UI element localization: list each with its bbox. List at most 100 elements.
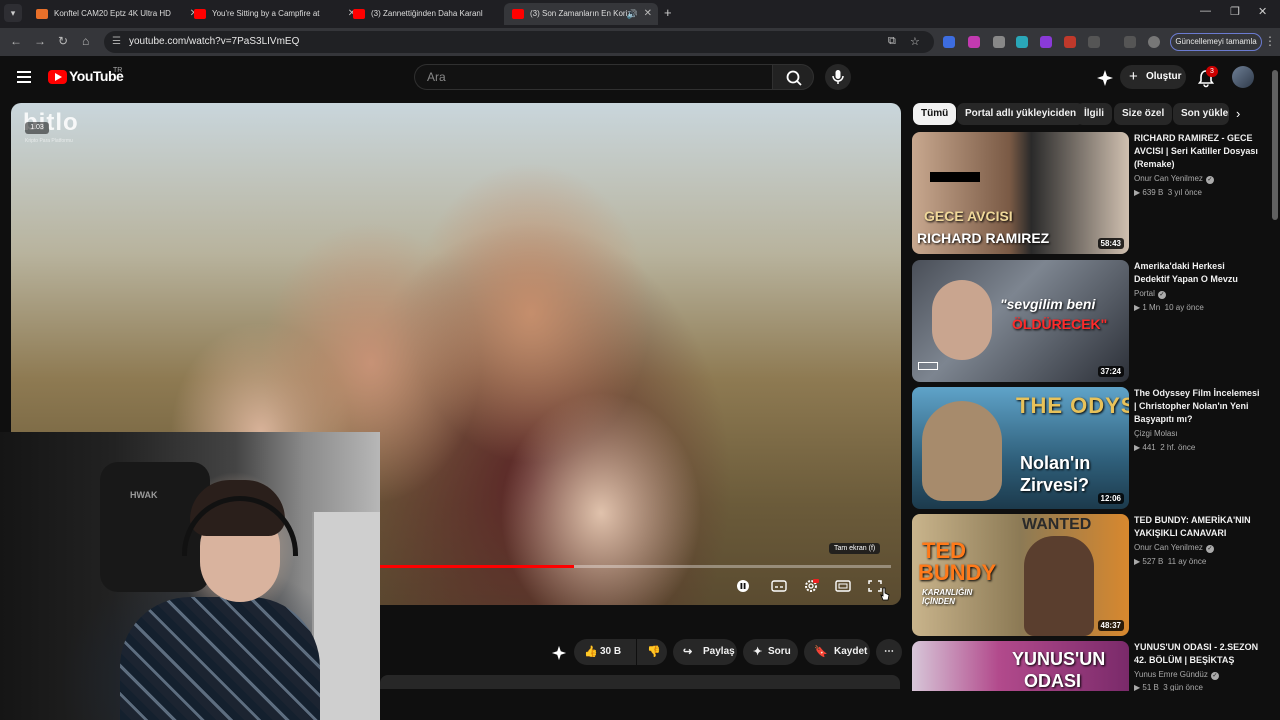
ask-label: Soru	[768, 646, 791, 657]
youtube-logo-icon[interactable]	[48, 70, 67, 84]
recommended-video[interactable]: THE ODYSSEY Nolan'ın Zirvesi? 12:06 The …	[912, 387, 1264, 509]
video-thumbnail[interactable]: YUNUS'UN ODASI	[912, 641, 1129, 691]
scrollbar-thumb[interactable]	[1272, 70, 1278, 220]
search-input[interactable]: Ara	[414, 64, 772, 90]
channel-name[interactable]: Çizgi Molası	[1134, 429, 1178, 438]
plus-icon: +	[1129, 68, 1138, 85]
url-text[interactable]: youtube.com/watch?v=7PaS3LIVmEQ	[129, 36, 299, 47]
drawer-cabinet	[312, 512, 380, 720]
theater-mode-button[interactable]	[835, 579, 851, 593]
description-box[interactable]	[380, 675, 900, 689]
bookmark-star-icon[interactable]: ☆	[910, 35, 920, 48]
progress-bar[interactable]	[380, 565, 891, 568]
video-duration: 58:43	[1097, 238, 1124, 249]
minimize-icon[interactable]: —	[1200, 5, 1211, 17]
chip-related[interactable]: İlgili	[1076, 103, 1112, 125]
video-title[interactable]: Amerika'daki Herkesi Dedektif Yapan O Me…	[1134, 260, 1262, 286]
channel-name[interactable]: Yunus Emre Gündüz ✓	[1134, 670, 1219, 680]
voice-search-button[interactable]	[825, 64, 851, 90]
browser-menu-icon[interactable]: ⋮	[1264, 34, 1276, 48]
extension-icon[interactable]	[968, 36, 980, 48]
extension-icon[interactable]	[943, 36, 955, 48]
video-thumbnail[interactable]: THE ODYSSEY Nolan'ın Zirvesi? 12:06	[912, 387, 1129, 509]
more-actions-button[interactable]: ⋯	[876, 639, 902, 665]
save-button[interactable]: 🔖 Kaydet	[804, 639, 870, 665]
video-thumbnail[interactable]: WANTED TED BUNDY KARANLIĞIN İÇİNDEN 48:3…	[912, 514, 1129, 636]
install-icon[interactable]: ⧉	[888, 35, 896, 48]
thumbnail-text: THE ODYSSEY	[1016, 393, 1129, 418]
channel-name[interactable]: Onur Can Yenilmez ✓	[1134, 543, 1214, 553]
video-thumbnail[interactable]: GECE AVCISI RICHARD RAMIREZ 58:43	[912, 132, 1129, 254]
like-button[interactable]: 👍 30 B	[574, 639, 636, 665]
reading-list-icon[interactable]	[1124, 36, 1136, 48]
video-title[interactable]: TED BUNDY: AMERİKA'NIN YAKIŞIKLI CANAVAR…	[1134, 514, 1262, 540]
recommended-video[interactable]: WANTED TED BUNDY KARANLIĞIN İÇİNDEN 48:3…	[912, 514, 1264, 636]
back-icon[interactable]: ←	[10, 34, 22, 48]
subtitles-button[interactable]	[771, 579, 787, 593]
profile-avatar-icon[interactable]	[1148, 36, 1160, 48]
dislike-button[interactable]: 👎	[637, 639, 667, 665]
microphone-icon	[832, 70, 844, 84]
address-bar[interactable]: ☰ youtube.com/watch?v=7PaS3LIVmEQ ⧉ ☆	[104, 31, 934, 53]
share-button[interactable]: ↪ Paylaş	[673, 639, 737, 665]
channel-name[interactable]: Onur Can Yenilmez ✓	[1134, 174, 1214, 184]
chip-all[interactable]: Tümü	[913, 103, 957, 125]
webcam-overlay: HWAK	[0, 432, 380, 720]
more-icon: ⋯	[884, 646, 894, 657]
sponsor-watermark-subtitle: Kripto Para Platformu	[25, 138, 73, 144]
maximize-icon[interactable]: ❐	[1230, 5, 1240, 18]
video-meta: ▶ 1 Mn 10 ay önce	[1134, 303, 1204, 312]
thumbnail-text: BUNDY	[918, 560, 997, 585]
reload-icon[interactable]: ↻	[58, 34, 68, 48]
mouse-cursor-icon	[880, 587, 890, 601]
playback-speed-badge: 1.03	[25, 122, 49, 134]
extension-icon[interactable]	[1064, 36, 1076, 48]
browser-tab[interactable]: You're Sitting by a Campfire at ✕	[186, 3, 362, 25]
video-title[interactable]: The Odyssey Film İncelemesi | Christophe…	[1134, 387, 1262, 426]
tab-search-icon[interactable]: ▾	[4, 4, 22, 22]
channel-name[interactable]: Portal ✓	[1134, 289, 1166, 299]
pause-icon	[737, 580, 749, 592]
recommended-video[interactable]: YUNUS'UN ODASI YUNUS'UN ODASI - 2.SEZON …	[912, 641, 1264, 691]
forward-icon[interactable]: →	[34, 34, 46, 48]
extensions-puzzle-icon[interactable]	[1088, 36, 1100, 48]
search-button[interactable]	[772, 64, 814, 90]
ask-button[interactable]: ✦ Soru	[743, 639, 798, 665]
tab-title: (3) Son Zamanların En Koriz	[530, 9, 632, 18]
theater-mode-icon	[835, 580, 851, 592]
chip-recent[interactable]: Son yüklenenler	[1173, 103, 1229, 125]
site-info-icon[interactable]: ☰	[112, 36, 121, 47]
video-thumbnail[interactable]: "sevgilim beni ÖLDÜRECEK" 37:24	[912, 260, 1129, 382]
ai-sparkle-icon[interactable]	[551, 645, 567, 661]
extension-icon[interactable]	[1016, 36, 1028, 48]
extension-icon[interactable]	[1040, 36, 1052, 48]
page-scrollbar[interactable]	[1270, 60, 1280, 720]
browser-tab[interactable]: (3) Zannettiğinden Daha Karanl ✕	[345, 3, 521, 25]
create-button[interactable]: + Oluştur	[1120, 65, 1186, 89]
extension-icon[interactable]	[993, 36, 1005, 48]
update-button[interactable]: Güncellemeyi tamamla	[1170, 33, 1262, 51]
video-title[interactable]: RICHARD RAMIREZ - GECE AVCISI | Seri Kat…	[1134, 132, 1262, 171]
censor-bar	[930, 172, 980, 182]
video-title[interactable]: YUNUS'UN ODASI - 2.SEZON 42. BÖLÜM | BEŞ…	[1134, 641, 1262, 667]
sparkle-icon[interactable]	[1096, 69, 1114, 87]
pause-button[interactable]	[735, 579, 751, 593]
thumbnail-text: RICHARD RAMIREZ	[917, 230, 1050, 246]
speaker-icon[interactable]: 🔊	[627, 3, 638, 25]
settings-button[interactable]	[803, 579, 819, 593]
gear-icon	[805, 579, 819, 592]
close-tab-icon[interactable]: ✕	[644, 3, 652, 25]
browser-tab-active[interactable]: (3) Son Zamanların En Koriz 🔊 ✕	[504, 3, 658, 25]
recommended-video[interactable]: "sevgilim beni ÖLDÜRECEK" 37:24 Amerika'…	[912, 260, 1264, 382]
chevron-right-icon[interactable]: ›	[1236, 106, 1240, 121]
chip-for-you[interactable]: Size özel	[1114, 103, 1173, 125]
new-tab-icon[interactable]: +	[664, 5, 672, 20]
recommended-video[interactable]: GECE AVCISI RICHARD RAMIREZ 58:43 RICHAR…	[912, 132, 1264, 254]
thumbnail-text: WANTED	[1022, 516, 1092, 533]
menu-icon[interactable]	[17, 71, 31, 83]
account-avatar[interactable]	[1232, 66, 1254, 88]
chip-portal-uploads[interactable]: Portal adlı yükleyiciden	[957, 103, 1085, 125]
close-window-icon[interactable]: ✕	[1258, 5, 1267, 18]
home-icon[interactable]: ⌂	[82, 34, 89, 48]
browser-tab[interactable]: Konftel CAM20 Eptz 4K Ultra HD ✕	[28, 3, 204, 25]
